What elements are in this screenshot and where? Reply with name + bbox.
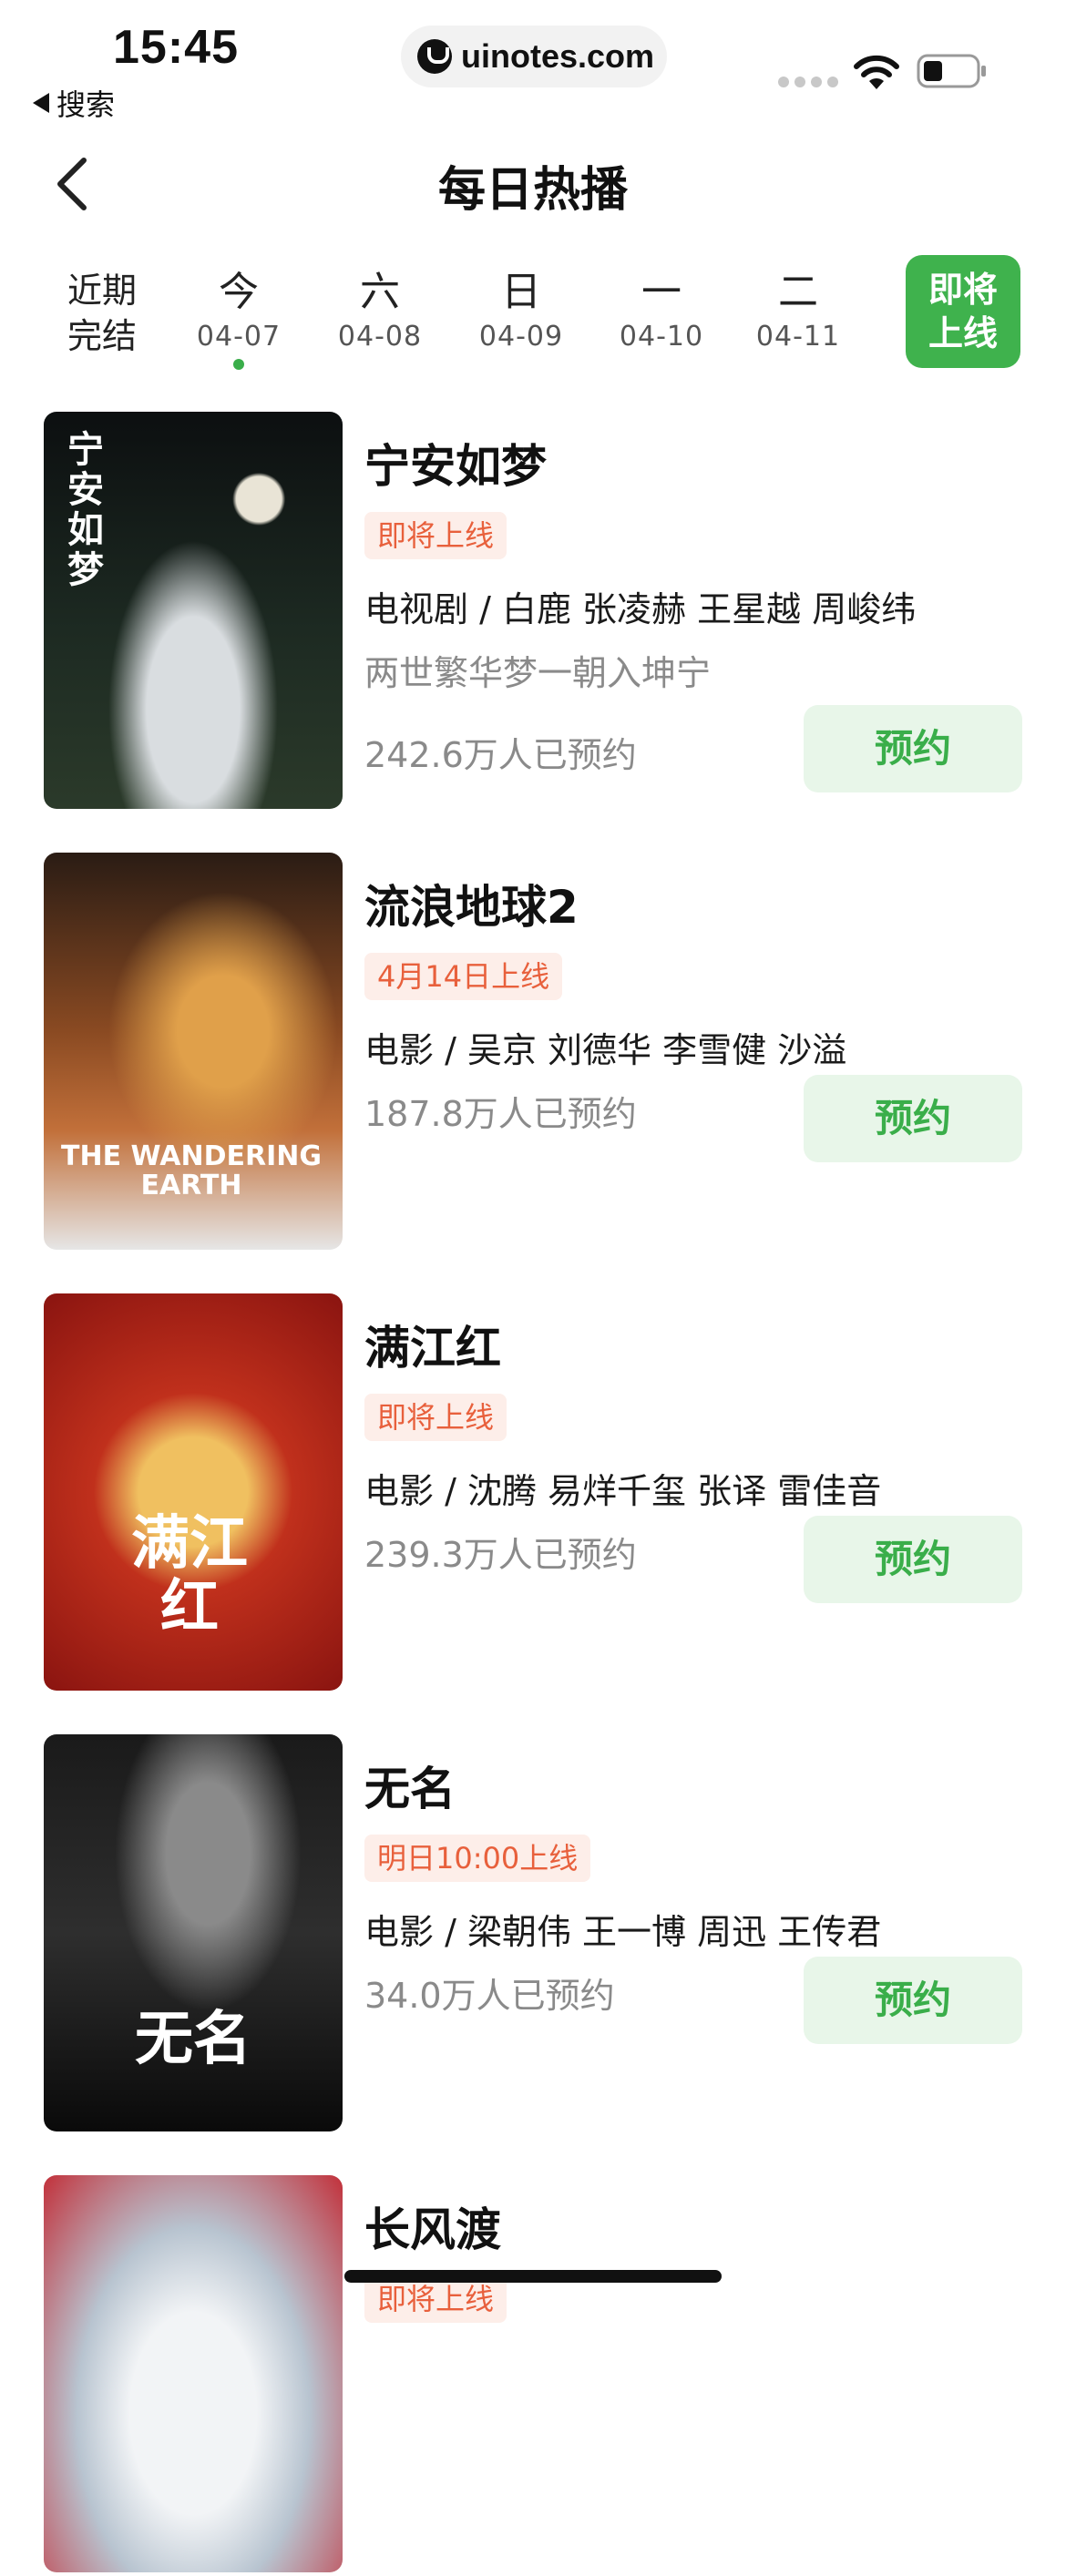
cellular-signal-icon — [778, 77, 838, 87]
date-tabs: 近期 完结 今 04-07 六 04-08 日 04-09 一 04-10 二 … — [0, 255, 1066, 383]
url-pill[interactable]: uinotes.com — [401, 26, 667, 87]
tab-day-tue[interactable]: 二 04-11 — [734, 268, 862, 357]
status-badge: 即将上线 — [364, 512, 507, 559]
reservation-count: 242.6万人已预约 — [364, 735, 637, 775]
reservation-count: 187.8万人已预约 — [364, 1094, 637, 1134]
show-title: 流浪地球2 — [364, 881, 579, 934]
back-triangle-icon — [33, 93, 49, 113]
show-title: 宁安如梦 — [364, 440, 547, 493]
show-item[interactable]: 宁安如梦 宁安如梦 即将上线 电视剧 / 白鹿 张凌赫 王星越 周峻纬 两世繁华… — [0, 412, 1066, 813]
url-text: uinotes.com — [461, 37, 655, 75]
tab-recent-line1: 近期 — [67, 271, 137, 311]
poster-image[interactable]: 无名 — [44, 1734, 343, 2131]
show-meta: 电视剧 / 白鹿 张凌赫 王星越 周峻纬 — [364, 589, 917, 629]
tab-upcoming-line2: 上线 — [928, 313, 998, 353]
page-title: 每日热播 — [437, 163, 628, 218]
tab-day-sun[interactable]: 日 04-09 — [457, 268, 585, 357]
show-title: 满江红 — [364, 1322, 501, 1375]
status-bar: 15:45 搜索 uinotes.com — [0, 0, 1066, 128]
reserve-button[interactable]: 预约 — [804, 705, 1022, 792]
show-meta: 电影 / 沈腾 易烊千玺 张译 雷佳音 — [364, 1471, 882, 1511]
tab-day-mon[interactable]: 一 04-10 — [598, 268, 725, 357]
status-time: 15:45 — [113, 21, 239, 74]
tab-day-sat[interactable]: 六 04-08 — [316, 268, 444, 357]
poster-image[interactable]: 满江红 — [44, 1293, 343, 1691]
poster-image[interactable]: 宁安如梦 — [44, 412, 343, 809]
tab-weekday: 日 — [501, 269, 541, 315]
selected-indicator-dot — [233, 359, 244, 370]
poster-title-text: THE WANDERING EARTH — [61, 1140, 322, 1201]
tab-upcoming[interactable]: 即将 上线 — [906, 255, 1020, 368]
status-badge: 4月14日上线 — [364, 953, 563, 1000]
status-badge: 即将上线 — [364, 1394, 507, 1441]
tab-recent-line2: 完结 — [67, 316, 137, 356]
show-title: 长风渡 — [364, 2203, 501, 2256]
reservation-count: 34.0万人已预约 — [364, 1976, 615, 2016]
battery-icon — [917, 54, 986, 88]
tab-weekday: 一 — [641, 269, 682, 315]
show-item[interactable]: 无名 无名 明日10:00上线 电影 / 梁朝伟 王一博 周迅 王传君 34.0… — [0, 1734, 1066, 2135]
poster-image[interactable]: THE WANDERING EARTH — [44, 853, 343, 1250]
tab-weekday: 今 — [219, 269, 259, 315]
tab-date: 04-09 — [478, 321, 564, 353]
back-to-app-label: 搜索 — [56, 87, 116, 122]
show-item[interactable]: 满江红 满江红 即将上线 电影 / 沈腾 易烊千玺 张译 雷佳音 239.3万人… — [0, 1293, 1066, 1694]
tab-day-today[interactable]: 今 04-07 — [175, 268, 302, 370]
reserve-button[interactable]: 预约 — [804, 1957, 1022, 2044]
tab-upcoming-line1: 即将 — [928, 270, 998, 310]
tab-date: 04-07 — [196, 321, 282, 353]
site-logo-icon — [417, 39, 452, 74]
tab-weekday: 二 — [778, 269, 818, 315]
reservation-count: 239.3万人已预约 — [364, 1535, 637, 1575]
home-indicator — [344, 2270, 722, 2283]
reserve-button[interactable]: 预约 — [804, 1516, 1022, 1603]
poster-title-text: 无名 — [135, 2006, 251, 2073]
show-item[interactable]: THE WANDERING EARTH 流浪地球2 4月14日上线 电影 / 吴… — [0, 853, 1066, 1253]
show-title: 无名 — [364, 1763, 456, 1815]
tab-date: 04-08 — [337, 321, 423, 353]
show-subtitle: 两世繁华梦一朝入坤宁 — [364, 653, 712, 693]
tab-weekday: 六 — [360, 269, 400, 315]
poster-title-text: 宁安如梦 — [67, 429, 104, 591]
show-item[interactable]: 长风渡 即将上线 — [0, 2175, 1066, 2576]
tab-recently-finished[interactable]: 近期 完结 — [56, 268, 148, 359]
poster-image[interactable] — [44, 2175, 343, 2572]
poster-title-text: 满江红 — [131, 1510, 248, 1641]
tab-date: 04-11 — [755, 321, 841, 353]
reserve-button[interactable]: 预约 — [804, 1075, 1022, 1162]
show-meta: 电影 / 梁朝伟 王一博 周迅 王传君 — [364, 1912, 882, 1952]
wifi-icon — [854, 55, 899, 89]
tab-date: 04-10 — [619, 321, 704, 353]
show-meta: 电影 / 吴京 刘德华 李雪健 沙溢 — [364, 1030, 847, 1070]
status-badge: 明日10:00上线 — [364, 1835, 591, 1882]
back-to-search-app[interactable]: 搜索 — [33, 82, 115, 124]
